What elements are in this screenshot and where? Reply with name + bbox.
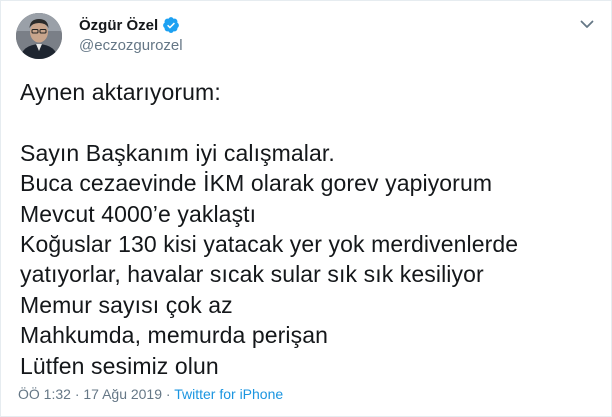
tweet-text: Aynen aktarıyorum: Sayın Başkanım iyi ca… (20, 77, 596, 381)
chevron-down-icon[interactable] (578, 15, 596, 33)
tweet-line: Aynen aktarıyorum: (20, 79, 221, 105)
author-names: Özgür Özel @eczozgurozel (79, 15, 183, 55)
display-name-row: Özgür Özel (79, 15, 183, 35)
meta-separator: · (74, 386, 80, 402)
tweet-line: Memur sayısı çok az (20, 291, 233, 318)
tweet-line: Buca cezaevinde İKM olarak gorev yapiyor… (20, 170, 493, 197)
meta-separator: · (165, 386, 171, 402)
tweet-time[interactable]: ÖÖ 1:32 (18, 386, 71, 402)
author-handle[interactable]: @eczozgurozel (79, 37, 183, 54)
tweet-line: Sayın Başkanım iyi calışmalar. (20, 139, 335, 166)
tweet-line: Koğuslar 130 kisi yatacak yer yok merdiv… (20, 230, 519, 257)
tweet-metadata: ÖÖ 1:32 · 17 Ağu 2019 · Twitter for iPho… (18, 386, 283, 402)
avatar-image (16, 13, 62, 59)
tweet-line: Lütfen sesimiz olun (20, 352, 219, 379)
tweet-source-link[interactable]: Twitter for iPhone (174, 386, 283, 402)
tweet-header: Özgür Özel @eczozgurozel (16, 11, 596, 63)
tweet-line: yatıyorlar, havalar sıcak sular sık sık … (20, 261, 484, 288)
display-name[interactable]: Özgür Özel (79, 17, 158, 34)
tweet-line: Mevcut 4000’e yaklaştı (20, 200, 257, 227)
tweet-line: Mahkumda, memurda perişan (20, 322, 329, 349)
verified-badge-icon (162, 16, 180, 34)
avatar[interactable] (16, 13, 62, 59)
tweet-card: Özgür Özel @eczozgurozel Aynen aktarıyor… (0, 0, 612, 417)
tweet-date[interactable]: 17 Ağu 2019 (83, 386, 162, 402)
